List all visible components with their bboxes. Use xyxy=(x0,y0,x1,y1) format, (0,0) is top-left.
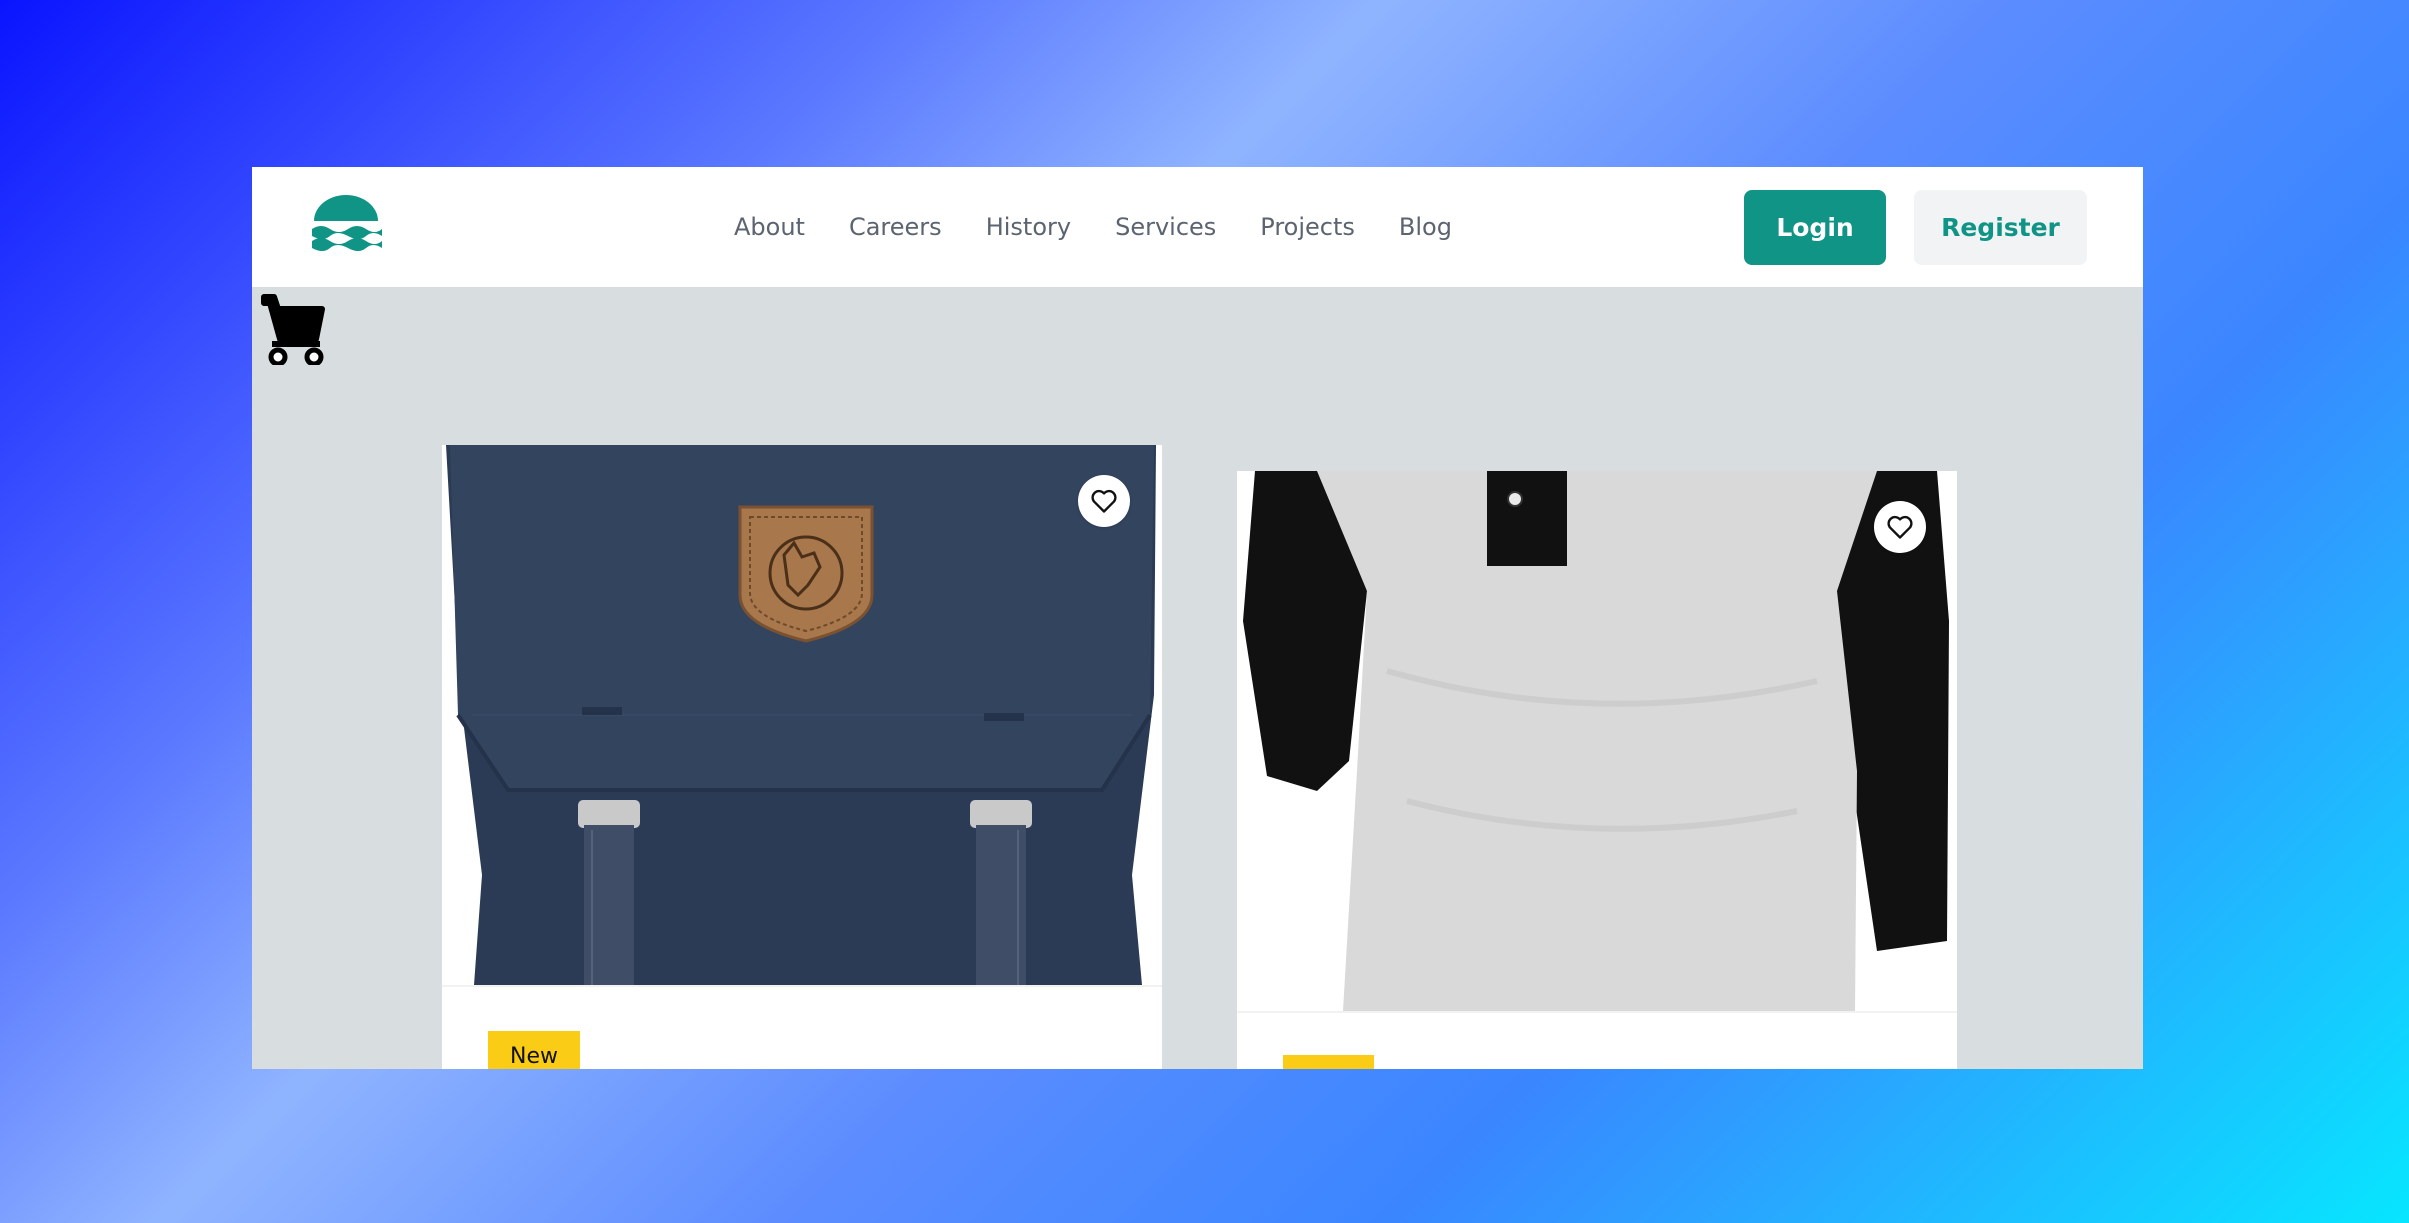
leather-patch xyxy=(738,505,874,643)
product-card[interactable]: New xyxy=(442,445,1162,1069)
nav-link-history[interactable]: History xyxy=(964,213,1093,241)
product-card[interactable] xyxy=(1237,471,1957,1069)
status-badge xyxy=(1283,1055,1374,1069)
heart-icon xyxy=(1887,515,1913,539)
register-button[interactable]: Register xyxy=(1914,190,2087,265)
navbar: About Careers History Services Projects … xyxy=(252,167,2143,287)
login-button[interactable]: Login xyxy=(1744,190,1886,265)
browser-window: About Careers History Services Projects … xyxy=(252,167,2143,1069)
product-image-shirt[interactable] xyxy=(1237,471,1957,1011)
heart-icon xyxy=(1091,489,1117,513)
card-divider xyxy=(1237,1011,1957,1013)
nav-link-projects[interactable]: Projects xyxy=(1238,213,1377,241)
product-image-backpack[interactable] xyxy=(442,445,1162,985)
status-badge: New xyxy=(488,1031,580,1069)
nav-link-about[interactable]: About xyxy=(712,213,827,241)
shopping-cart-icon[interactable] xyxy=(260,293,326,365)
nav-link-blog[interactable]: Blog xyxy=(1377,213,1474,241)
favorite-button[interactable] xyxy=(1078,475,1130,527)
card-divider xyxy=(442,985,1162,987)
main-nav: About Careers History Services Projects … xyxy=(712,167,1474,287)
favorite-button[interactable] xyxy=(1874,501,1926,553)
logo-icon[interactable] xyxy=(310,195,382,255)
nav-link-services[interactable]: Services xyxy=(1093,213,1238,241)
nav-link-careers[interactable]: Careers xyxy=(827,213,964,241)
